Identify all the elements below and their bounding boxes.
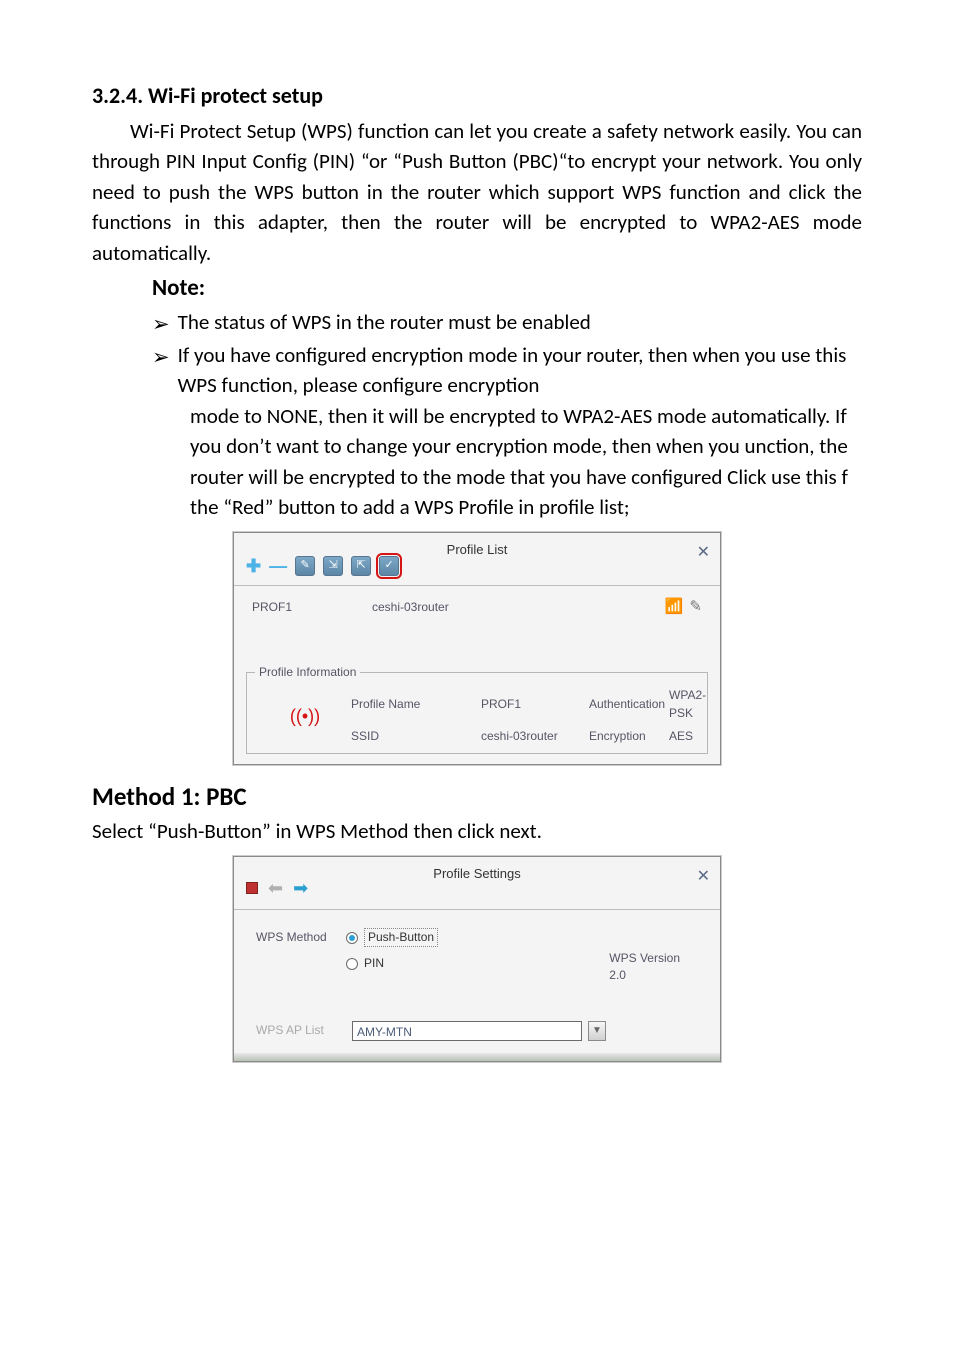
dialog-body: WPS Method Push-Button PIN WPS Version 2… (234, 910, 720, 1053)
dialog-titlebar: Profile Settings ✕ ⬅ ➡ (234, 857, 720, 909)
profile-ssid-cell: ceshi-03router (372, 599, 665, 616)
encryption-label: Encryption (589, 728, 669, 745)
method-heading: Method 1: PBC (92, 779, 862, 815)
toolbar: ✚ — ✎ ⇲ ⇱ ✓ (246, 553, 399, 579)
note-label: Note: (152, 272, 862, 305)
bullet-1-text: The status of WPS in the router must be … (178, 307, 591, 337)
wps-version-block: WPS Version 2.0 (609, 950, 680, 985)
profile-name-label: Profile Name (351, 696, 481, 713)
ssid-value: ceshi-03router (481, 728, 589, 745)
bullet-1: ➢ The status of WPS in the router must b… (152, 307, 862, 339)
dialog-footer (234, 1053, 720, 1061)
wps-version-label: WPS Version (609, 950, 680, 967)
profile-row[interactable]: PROF1 ceshi-03router 📶 ✎ (234, 586, 720, 628)
next-icon[interactable]: ➡ (293, 875, 308, 901)
bullet-icon: ➢ (152, 309, 170, 339)
wps-ap-list-label: WPS AP List (256, 1022, 346, 1039)
stop-icon[interactable] (246, 882, 258, 894)
profile-information-box: Profile Information Profile Name PROF1 A… (246, 672, 708, 754)
paragraph-main: Wi-Fi Protect Setup (WPS) function can l… (92, 116, 862, 268)
authentication-value: WPA2-PSK (669, 687, 699, 722)
dialog-titlebar: Profile List ✕ ✚ — ✎ ⇲ ⇱ ✓ (234, 533, 720, 585)
radio-push-button[interactable] (346, 932, 358, 944)
dropdown-icon[interactable]: ▼ (588, 1021, 606, 1041)
nav-toolbar: ⬅ ➡ (246, 875, 308, 901)
wps-add-icon[interactable]: ✓ (379, 556, 399, 576)
authentication-label: Authentication (589, 696, 669, 713)
back-icon[interactable]: ⬅ (268, 875, 283, 901)
profile-name-value: PROF1 (481, 696, 589, 713)
bullet-2-text-a: If you have configured encryption mode i… (178, 340, 862, 401)
add-icon[interactable]: ✚ (246, 553, 261, 579)
dialog-title: Profile Settings (433, 865, 520, 884)
bullet-2: ➢ If you have configured encryption mode… (152, 340, 862, 401)
wps-ap-list-input[interactable]: AMY-MTN (352, 1021, 582, 1041)
export-icon[interactable]: ⇱ (351, 556, 371, 576)
signal-icon: 📶 (665, 596, 684, 618)
profile-information-legend: Profile Information (255, 664, 360, 681)
bullet-icon: ➢ (152, 342, 170, 372)
wps-method-label: WPS Method (256, 929, 346, 946)
dialog-title: Profile List (447, 541, 508, 560)
profile-settings-dialog: Profile Settings ✕ ⬅ ➡ WPS Method Push-B… (233, 856, 721, 1062)
method-subtext: Select “Push-Button” in WPS Method then … (92, 816, 862, 846)
section-heading: 3.2.4. Wi-Fi protect setup (92, 80, 862, 112)
pin-option[interactable]: PIN (364, 955, 384, 972)
profile-name-cell: PROF1 (252, 599, 372, 616)
ssid-label: SSID (351, 728, 481, 745)
edit-icon[interactable]: ✎ (295, 556, 315, 576)
push-button-option[interactable]: Push-Button (364, 928, 438, 947)
profile-list-dialog: Profile List ✕ ✚ — ✎ ⇲ ⇱ ✓ PROF1 ceshi-0… (233, 532, 721, 765)
wifi-icon: ((•)) (259, 703, 351, 729)
bullet-2-text-b: mode to NONE, then it will be encrypted … (190, 401, 862, 523)
encryption-value: AES (669, 728, 699, 745)
import-icon[interactable]: ⇲ (323, 556, 343, 576)
settings-icon: ✎ (689, 596, 702, 618)
radio-pin[interactable] (346, 958, 358, 970)
close-icon[interactable]: ✕ (697, 541, 710, 564)
wps-version-value: 2.0 (609, 967, 680, 984)
close-icon[interactable]: ✕ (697, 865, 710, 888)
remove-icon[interactable]: — (269, 553, 287, 579)
